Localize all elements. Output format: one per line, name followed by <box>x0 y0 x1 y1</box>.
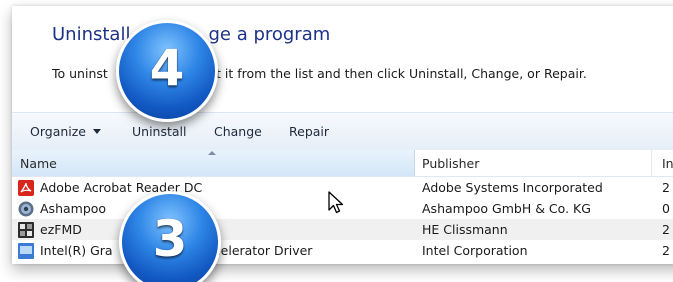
program-name-start: Intel(R) Gra <box>40 243 113 258</box>
program-publisher: Intel Corporation <box>422 243 528 258</box>
instructions-right: select it from the list and then click U… <box>183 66 587 81</box>
column-header-row: Name Publisher In <box>12 150 673 177</box>
column-header-name-label: Name <box>20 156 57 171</box>
column-header-name[interactable]: Name <box>12 150 415 176</box>
program-installed-on: 0 <box>662 201 670 216</box>
program-installed-on: 2 <box>662 243 670 258</box>
table-row-selected[interactable]: ezFMD HE Clissmann 2 <box>12 219 673 240</box>
column-header-installed-label: In <box>662 156 673 171</box>
page-title-right: ge a program <box>208 24 331 45</box>
chevron-down-icon <box>93 129 101 134</box>
table-row[interactable]: Intel(R) Gra Accelerator Driver Intel Cor… <box>12 240 673 261</box>
program-publisher: HE Clissmann <box>422 222 508 237</box>
screenshot-stage: Uninstall ge a program To uninst select it… <box>0 0 673 282</box>
change-button[interactable]: Change <box>214 124 262 139</box>
ashampoo-icon <box>18 201 34 217</box>
program-name: ezFMD <box>40 222 82 237</box>
column-header-installed[interactable]: In <box>652 150 673 176</box>
command-toolbar: Organize Uninstall Change Repair <box>12 112 673 151</box>
mouse-pointer-icon <box>328 191 344 214</box>
program-name: Ashampoo <box>40 201 107 216</box>
uninstall-button[interactable]: Uninstall <box>132 124 187 139</box>
column-header-publisher[interactable]: Publisher <box>415 150 652 176</box>
repair-button[interactable]: Repair <box>289 124 329 139</box>
program-installed-on: 2 <box>662 180 670 195</box>
step-4-callout-badge: 4 <box>116 20 218 122</box>
page-title-left: Uninstall <box>52 24 131 45</box>
column-header-publisher-label: Publisher <box>422 156 480 171</box>
instructions-left: To uninst <box>52 66 108 81</box>
program-publisher: Ashampoo GmbH & Co. KG <box>422 201 591 216</box>
programs-and-features-window: Uninstall ge a program To uninst select it… <box>12 6 673 264</box>
program-installed-on: 2 <box>662 222 670 237</box>
ezfmd-icon <box>18 222 34 238</box>
intel-graphics-icon <box>18 243 34 259</box>
acrobat-icon <box>18 180 34 196</box>
program-publisher: Adobe Systems Incorporated <box>422 180 603 195</box>
sort-ascending-icon <box>208 151 216 155</box>
organize-menu-button[interactable]: Organize <box>30 124 101 139</box>
step-3-callout-badge: 3 <box>119 191 221 282</box>
organize-label: Organize <box>30 124 86 139</box>
